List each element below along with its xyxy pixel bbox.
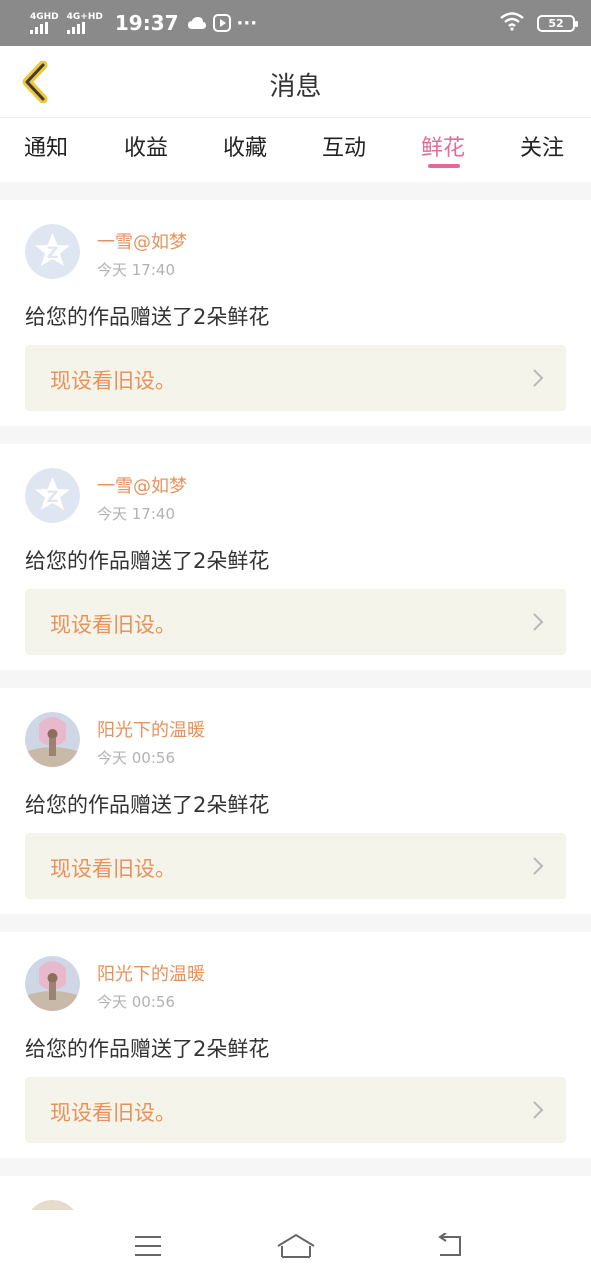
menu-button[interactable]	[118, 1228, 178, 1264]
message-card: 阳光下的温暖 今天 00:56 给您的作品赠送了2朵鲜花 现设看旧设。	[0, 688, 591, 914]
default-avatar-icon[interactable]: Z	[25, 468, 80, 523]
sender-name[interactable]: 一雪@如梦	[97, 472, 187, 498]
signal-label: 4GHD	[30, 12, 59, 22]
battery-icon: 52	[537, 14, 578, 32]
tab-favorites[interactable]: 收藏	[223, 130, 267, 162]
chevron-right-icon	[533, 613, 544, 631]
page-title: 消息	[269, 72, 322, 102]
sender-name[interactable]: 一雪@如梦	[97, 228, 187, 254]
message-text: 给您的作品赠送了2朵鲜花	[25, 305, 270, 329]
system-nav-bar	[0, 1210, 591, 1280]
work-link[interactable]: 现设看旧设。	[25, 589, 566, 655]
tab-bar: 通知 收益 收藏 互动 鲜花 关注	[0, 118, 591, 182]
signal-indicator-2: 4G+HD	[66, 12, 103, 34]
message-card: 阳光下的温暖 今天 00:56 给您的作品赠送了2朵鲜花 现设看旧设。	[0, 932, 591, 1158]
weather-cloud-icon	[187, 15, 207, 31]
default-avatar-icon[interactable]: Z	[25, 224, 80, 279]
message-time: 今天 17:40	[97, 505, 175, 523]
home-button[interactable]	[266, 1228, 326, 1264]
signal-bars-icon	[66, 22, 85, 34]
menu-icon	[135, 1236, 161, 1256]
chevron-right-icon	[533, 857, 544, 875]
work-title: 现设看旧设。	[50, 857, 176, 881]
tab-notifications[interactable]: 通知	[24, 130, 68, 162]
message-text: 给您的作品赠送了2朵鲜花	[25, 1037, 270, 1061]
message-card: Z 一雪@如梦 今天 17:40 给您的作品赠送了2朵鲜花 现设看旧设。	[0, 200, 591, 426]
signal-indicator-1: 4GHD	[30, 12, 59, 34]
work-title: 现设看旧设。	[50, 369, 176, 393]
more-notifications-icon: ···	[236, 12, 258, 34]
clock: 19:37	[114, 11, 179, 35]
chevron-right-icon	[533, 1101, 544, 1119]
work-link[interactable]: 现设看旧设。	[25, 345, 566, 411]
work-link[interactable]: 现设看旧设。	[25, 833, 566, 899]
photo-avatar[interactable]	[25, 1200, 80, 1210]
tab-earnings[interactable]: 收益	[124, 130, 168, 162]
work-link[interactable]: 现设看旧设。	[25, 1077, 566, 1143]
photo-avatar[interactable]	[25, 712, 80, 767]
tab-following[interactable]: 关注	[520, 130, 564, 162]
top-header: 消息	[0, 46, 591, 118]
message-text: 给您的作品赠送了2朵鲜花	[25, 549, 270, 573]
work-title: 现设看旧设。	[50, 613, 176, 637]
tab-flowers[interactable]: 鲜花	[421, 130, 465, 162]
svg-text:Z: Z	[47, 243, 59, 262]
sender-name[interactable]: 阳光下的温暖	[97, 960, 205, 986]
message-time: 今天 00:56	[97, 749, 175, 767]
work-title: 现设看旧设。	[50, 1101, 176, 1125]
battery-level: 52	[548, 16, 564, 30]
media-play-icon	[212, 14, 231, 32]
signal-bars-icon	[30, 22, 48, 34]
chevron-right-icon	[533, 369, 544, 387]
tab-interactions[interactable]: 互动	[322, 130, 366, 162]
photo-avatar[interactable]	[25, 956, 80, 1011]
back-icon	[438, 1233, 461, 1256]
svg-text:Z: Z	[47, 487, 59, 506]
sender-name[interactable]: 阳光下的温暖	[97, 716, 205, 742]
status-bar: 4GHD 4G+HD 19:37 ··· 52	[0, 0, 591, 46]
back-nav-button[interactable]	[420, 1228, 480, 1264]
home-icon	[277, 1233, 315, 1258]
wifi-icon	[499, 11, 525, 35]
message-card: Z 一雪@如梦 今天 17:40 给您的作品赠送了2朵鲜花 现设看旧设。	[0, 444, 591, 670]
message-card	[0, 1176, 591, 1210]
message-text: 给您的作品赠送了2朵鲜花	[25, 793, 270, 817]
message-time: 今天 00:56	[97, 993, 175, 1011]
signal-label: 4G+HD	[66, 12, 103, 22]
active-tab-indicator	[428, 164, 460, 168]
message-time: 今天 17:40	[97, 261, 175, 279]
